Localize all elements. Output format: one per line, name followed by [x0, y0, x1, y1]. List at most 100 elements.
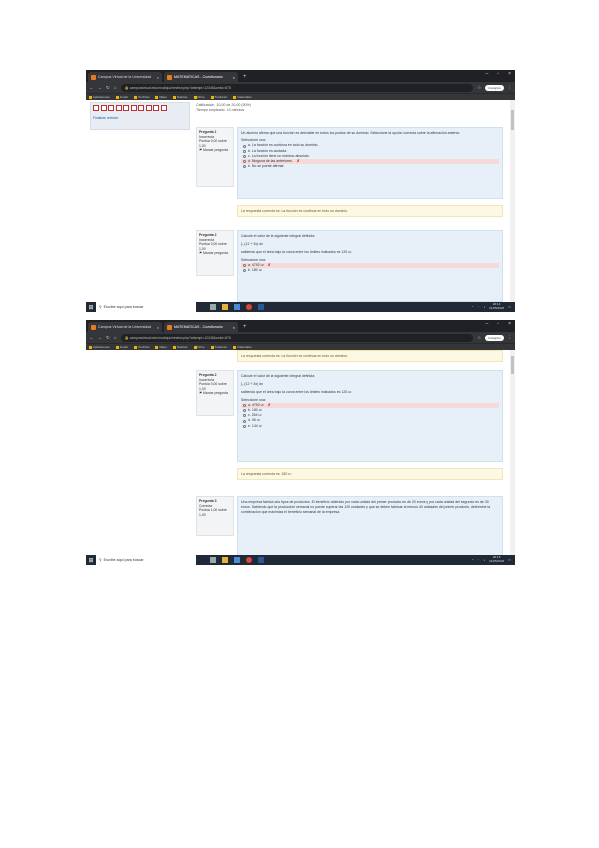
taskbar-search[interactable]: ⚲ Escribe aquí para buscar — [96, 555, 196, 565]
close-icon[interactable]: × — [233, 75, 235, 80]
close-window-icon[interactable]: × — [508, 71, 511, 77]
profile-badge[interactable]: Incógnito — [485, 334, 504, 341]
star-icon[interactable]: ☆ — [477, 335, 481, 341]
reload-icon[interactable]: ↻ — [106, 335, 110, 341]
finish-review-link[interactable]: Finalizar revisión — [93, 116, 187, 120]
radio-icon[interactable] — [243, 403, 246, 407]
radio-icon[interactable] — [243, 269, 246, 273]
question-nav-button[interactable] — [130, 105, 137, 111]
radio-icon[interactable] — [243, 144, 246, 148]
star-icon[interactable]: ☆ — [477, 85, 481, 91]
flag-question-link[interactable]: ⚑ Marcar pregunta — [199, 391, 231, 396]
task-view-icon[interactable] — [210, 304, 216, 310]
profile-badge[interactable]: Incógnito — [485, 84, 504, 91]
browser-tab[interactable]: Campus Virtual de la Universidad × — [88, 322, 162, 332]
bookmark-item[interactable]: Aplicaciones — [89, 345, 110, 349]
question-nav-button[interactable] — [93, 105, 99, 111]
back-icon[interactable]: ← — [89, 85, 94, 90]
maximize-icon[interactable]: ▫ — [497, 71, 499, 77]
word-icon[interactable] — [258, 304, 264, 310]
new-tab-button[interactable]: + — [240, 72, 250, 82]
home-icon[interactable]: ⌂ — [114, 335, 117, 340]
bookmark-item[interactable]: Traductor — [210, 95, 227, 99]
browser-tab-active[interactable]: MATEMATICAS - Cuestionario × — [164, 322, 238, 332]
windows-start-icon[interactable]: ⊞ — [86, 302, 96, 312]
bookmark-item[interactable]: Noticias — [172, 345, 188, 349]
close-icon[interactable]: × — [157, 75, 159, 80]
radio-icon[interactable] — [243, 154, 246, 158]
notifications-icon[interactable]: ▭ — [508, 305, 511, 309]
bookmark-item[interactable]: Gmail — [115, 95, 128, 99]
menu-icon[interactable]: ⋮ — [508, 85, 513, 91]
answer-option[interactable]: b. 180 u² — [241, 268, 499, 273]
clock[interactable]: 20:14 21/05/2020 — [489, 303, 504, 310]
question-nav-button[interactable] — [138, 105, 144, 111]
close-icon[interactable]: × — [157, 325, 159, 330]
notifications-icon[interactable]: ▭ — [508, 558, 511, 562]
network-icon[interactable]: ◔ — [478, 558, 480, 562]
radio-icon[interactable] — [243, 263, 246, 267]
taskbar-search[interactable]: ⚲ Escribe aquí para buscar — [96, 302, 196, 312]
browser-tab-active[interactable]: MATEMATICAS - Cuestionario × — [164, 72, 238, 82]
radio-icon[interactable] — [243, 424, 246, 428]
new-tab-button[interactable]: + — [240, 322, 250, 332]
browser-tab[interactable]: Campus Virtual de la Universidad × — [88, 72, 162, 82]
bookmark-item[interactable]: Drive — [193, 95, 205, 99]
windows-start-icon[interactable]: ⊞ — [86, 555, 96, 565]
scrollbar-thumb[interactable] — [511, 110, 514, 130]
close-icon[interactable]: × — [233, 325, 235, 330]
bookmark-item[interactable]: Noticias — [172, 95, 188, 99]
page-scrollbar[interactable] — [510, 350, 515, 555]
url-field[interactable]: 🔒 campusvirtual.edu/mod/quiz/review.php?… — [120, 333, 474, 342]
question-nav-button[interactable] — [100, 105, 107, 111]
bookmark-item[interactable]: Drive — [193, 345, 205, 349]
chrome-icon[interactable] — [246, 557, 252, 563]
reload-icon[interactable]: ↻ — [106, 85, 110, 91]
bookmark-item[interactable]: Maps — [155, 95, 167, 99]
answer-option[interactable]: e. 144 u² — [241, 424, 499, 429]
question-nav-button[interactable] — [145, 105, 152, 111]
clock[interactable]: 20:15 21/05/2020 — [489, 556, 504, 563]
answer-option[interactable]: e. No se puede afirmar. — [241, 164, 499, 169]
url-field[interactable]: 🔒 campusvirtual.edu/mod/quiz/review.php?… — [120, 83, 474, 92]
bookmark-item[interactable]: Traductor — [210, 345, 227, 349]
radio-icon[interactable] — [243, 409, 246, 413]
network-icon[interactable]: ◔ — [478, 305, 480, 309]
volume-icon[interactable]: ◖ — [483, 558, 485, 562]
chevron-up-icon[interactable]: ^ — [472, 305, 473, 309]
bookmark-item[interactable]: Calendario — [233, 345, 252, 349]
bookmark-item[interactable]: Gmail — [115, 345, 128, 349]
menu-icon[interactable]: ⋮ — [508, 335, 513, 341]
flag-question-link[interactable]: ⚑ Marcar pregunta — [199, 148, 231, 153]
radio-icon[interactable] — [243, 419, 246, 423]
bookmark-item[interactable]: Aplicaciones — [89, 95, 110, 99]
radio-icon[interactable] — [243, 160, 246, 164]
volume-icon[interactable]: ◖ — [483, 305, 485, 309]
bookmark-item[interactable]: YouTube — [133, 95, 149, 99]
flag-question-link[interactable]: ⚑ Marcar pregunta — [199, 251, 231, 256]
radio-icon[interactable] — [243, 149, 246, 153]
scrollbar-thumb[interactable] — [511, 356, 514, 374]
close-window-icon[interactable]: × — [508, 321, 511, 327]
question-nav-button[interactable] — [160, 105, 167, 111]
back-icon[interactable]: ← — [89, 335, 94, 340]
radio-icon[interactable] — [243, 165, 246, 169]
bookmark-item[interactable]: Calendario — [233, 95, 252, 99]
bookmark-item[interactable]: Maps — [155, 345, 167, 349]
task-view-icon[interactable] — [210, 557, 216, 563]
forward-icon[interactable]: → — [98, 335, 103, 340]
chrome-icon[interactable] — [246, 304, 252, 310]
page-scrollbar[interactable] — [510, 100, 515, 302]
home-icon[interactable]: ⌂ — [114, 85, 117, 90]
minimize-icon[interactable]: – — [486, 71, 489, 77]
minimize-icon[interactable]: – — [486, 321, 489, 327]
store-icon[interactable] — [234, 557, 240, 563]
word-icon[interactable] — [258, 557, 264, 563]
file-explorer-icon[interactable] — [222, 557, 228, 563]
maximize-icon[interactable]: ▫ — [497, 321, 499, 327]
file-explorer-icon[interactable] — [222, 304, 228, 310]
question-nav-button[interactable] — [108, 105, 114, 111]
store-icon[interactable] — [234, 304, 240, 310]
question-nav-button[interactable] — [123, 105, 129, 111]
chevron-up-icon[interactable]: ^ — [472, 558, 473, 562]
